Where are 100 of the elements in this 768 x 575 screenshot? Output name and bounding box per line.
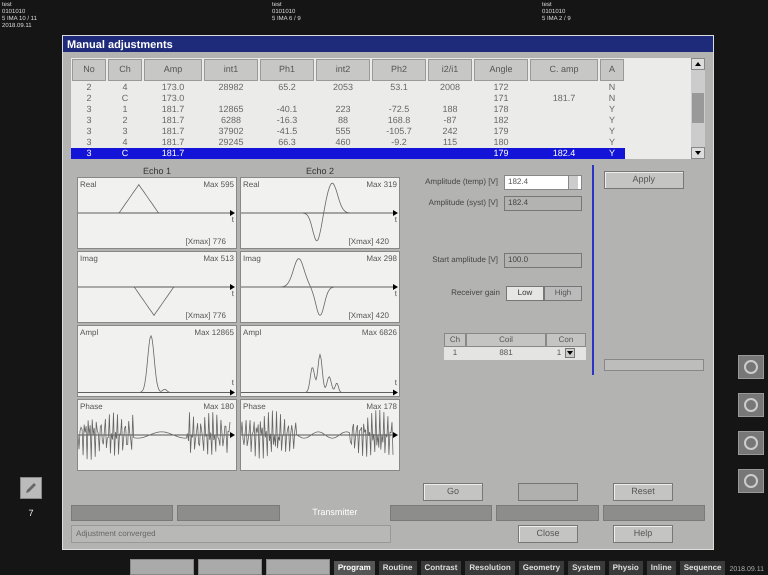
tab[interactable]: Program	[334, 561, 375, 575]
column-header[interactable]: Coil	[466, 332, 546, 346]
table-cell-text: 179	[492, 126, 510, 136]
pencil-button[interactable]	[20, 476, 42, 498]
table-cell-text: 28982	[217, 82, 245, 92]
table-cell-text: 178	[492, 104, 510, 114]
table-cell-text: 181.7	[160, 104, 186, 114]
dialog-button[interactable]: Help	[613, 525, 673, 543]
max-value: Max 178	[366, 402, 397, 410]
tool-icon[interactable]	[738, 355, 764, 379]
plot-label: Imag	[80, 254, 98, 262]
table-cell-text: Y	[608, 114, 616, 126]
blank-button[interactable]	[198, 559, 262, 575]
table-cell-text: 173.0	[160, 82, 186, 92]
tool-icon[interactable]	[738, 431, 764, 455]
field-label: Amplitude (temp) [V]	[425, 176, 498, 188]
xmax-value: [Xmax] 776	[186, 310, 226, 320]
axis-label: t	[394, 288, 397, 298]
max-value: Max 319	[366, 180, 397, 188]
scroll-up-button[interactable]	[691, 58, 705, 70]
plot-label: Ampl	[243, 328, 262, 336]
table-cell-text: 460	[334, 136, 352, 148]
tab[interactable]	[602, 505, 705, 521]
scrollbar[interactable]	[691, 58, 705, 158]
toggle-button[interactable]: High	[544, 286, 582, 300]
max-value: Max 513	[203, 254, 234, 262]
field-label: Amplitude (syst) [V]	[428, 197, 498, 209]
table-cell-text: -40.1	[276, 104, 298, 114]
action-button[interactable]: Reset	[613, 483, 673, 501]
action-button[interactable]: Go	[423, 483, 483, 501]
status-field: Adjustment converged	[71, 525, 391, 543]
table-cell: 182.4	[529, 148, 599, 158]
table-cell-text: 53.1	[389, 82, 409, 92]
table-cell-text: 66.3	[277, 136, 297, 148]
axis-label: t	[394, 378, 397, 386]
table-cell-text: 2	[85, 82, 92, 92]
apply-button[interactable]: Apply	[604, 170, 684, 188]
table-cell-text: Y	[608, 126, 616, 136]
input-field: 100.0	[504, 252, 582, 268]
tab[interactable]: Geometry	[518, 561, 564, 575]
table-cell-text: 171	[492, 92, 510, 104]
toggle-button[interactable]: Low	[506, 286, 544, 300]
tab[interactable]	[177, 505, 280, 521]
table-cell-text: 555	[334, 126, 352, 136]
column-header[interactable]: Con	[546, 332, 586, 346]
column-header[interactable]: No	[72, 59, 106, 80]
column-header[interactable]: Ch	[444, 332, 466, 346]
spinner-control[interactable]	[568, 176, 578, 188]
tool-icon[interactable]	[738, 469, 764, 493]
tab[interactable]: Resolution	[465, 561, 515, 575]
max-value: Max 180	[203, 402, 234, 410]
tab[interactable]: Contrast	[420, 561, 462, 575]
tab[interactable]: Sequence	[680, 561, 726, 575]
plot-label: Phase	[80, 402, 103, 410]
tool-icon[interactable]	[738, 393, 764, 417]
table-cell-text: 3	[85, 114, 92, 126]
blank-button[interactable]	[130, 559, 194, 575]
dropdown-button[interactable]	[565, 348, 576, 358]
column-header[interactable]: int1	[204, 59, 258, 80]
column-header[interactable]: int2	[316, 59, 370, 80]
dialog-button[interactable]: Close	[518, 525, 578, 543]
table-cell-text: -16.3	[276, 114, 298, 126]
xmax-value: [Xmax] 420	[348, 236, 389, 246]
echo-title: Echo 1	[142, 164, 172, 176]
table-cell-text: 2008	[438, 82, 462, 92]
table-cell-text: 88	[336, 114, 349, 126]
scroll-down-button[interactable]	[691, 146, 705, 158]
column-header[interactable]: Ph2	[372, 59, 426, 80]
row-number: 7	[28, 506, 34, 520]
xmax-value: [Xmax] 420	[348, 310, 389, 320]
table-cell-text: 180	[492, 136, 510, 148]
column-header[interactable]: Amp	[144, 59, 202, 80]
column-header[interactable]: C. amp	[530, 59, 598, 80]
tab[interactable]: Inline	[646, 561, 676, 575]
plot-label: Real	[243, 180, 260, 188]
tab[interactable]: Physio	[608, 561, 643, 575]
scrollbar-thumb[interactable]	[692, 93, 704, 124]
echo-title: Echo 2	[304, 164, 336, 176]
tab[interactable]	[71, 505, 174, 521]
table-cell-text: 181.7	[160, 114, 186, 126]
blank-button[interactable]	[266, 559, 330, 575]
table-cell-text: -72.5	[388, 104, 410, 114]
tab[interactable]: System	[568, 561, 605, 575]
column-header[interactable]: Ch	[108, 59, 142, 80]
table-cell-text: 181.7	[160, 126, 186, 136]
table-cell-text: 6288	[220, 114, 242, 126]
table-cell: 1	[556, 347, 562, 359]
table-cell: 179	[473, 148, 529, 158]
xmax-value: [Xmax] 776	[186, 236, 226, 246]
column-header[interactable]: Ph1	[260, 59, 314, 80]
input-field[interactable]: 182.4	[504, 174, 582, 190]
column-header[interactable]: A	[600, 59, 624, 80]
tab[interactable]	[390, 505, 492, 521]
tab[interactable]	[496, 505, 599, 521]
plot-label: Phase	[243, 402, 266, 410]
table-cell-text: 168.8	[386, 114, 412, 126]
column-header[interactable]: i2/i1	[428, 59, 472, 80]
table-cell-text: Y	[608, 136, 616, 148]
column-header[interactable]: Angle	[474, 59, 528, 80]
tab[interactable]: Routine	[378, 561, 416, 575]
